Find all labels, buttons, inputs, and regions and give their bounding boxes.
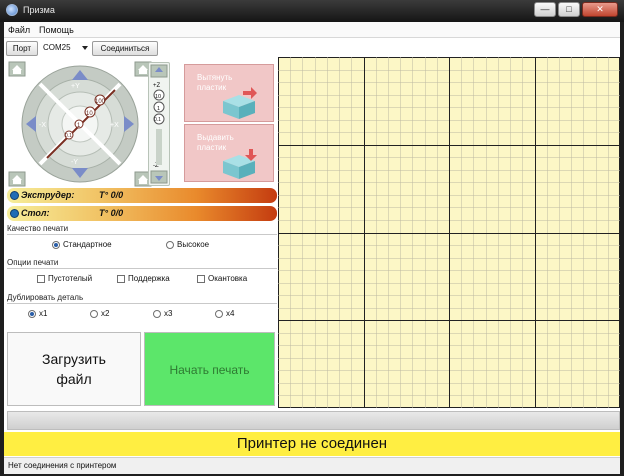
duplicate-x3-option[interactable]: x3 (153, 309, 172, 318)
load-file-button[interactable]: Загрузить файл (7, 332, 141, 406)
close-button[interactable]: ✕ (582, 2, 618, 17)
step-label-0-1: 0.1 (65, 133, 72, 139)
port-button[interactable]: Порт (6, 41, 38, 56)
menu-file[interactable]: Файл (8, 25, 30, 35)
divider (7, 234, 277, 235)
printer-status-banner: Принтер не соединен (4, 432, 620, 456)
hollow-option[interactable]: Пустотелый (37, 274, 92, 283)
status-bar: Нет соединения с принтером (4, 457, 620, 474)
print-options-title: Опции печати (7, 258, 59, 267)
support-option[interactable]: Поддержка (117, 274, 170, 283)
maximize-button[interactable]: □ (558, 2, 580, 17)
radio-icon[interactable] (166, 240, 174, 249)
pull-filament-button[interactable]: Вытянуть пластик (184, 64, 274, 122)
duplicate-x2-option[interactable]: x2 (90, 309, 109, 318)
status-bar-text: Нет соединения с принтером (8, 461, 117, 470)
connect-button[interactable]: Соединиться (92, 41, 158, 56)
title-bar[interactable]: Призма — □ ✕ (0, 0, 624, 22)
bed-temp-bar: Стол: T° 0/0 (7, 206, 277, 221)
extruder-temp-label: Экструдер: (21, 190, 75, 200)
x-plus-label: +X (110, 122, 119, 129)
push-filament-icon (223, 149, 257, 179)
duplicate-x4-option[interactable]: x4 (215, 309, 234, 318)
load-file-label-line1: Загрузить (42, 351, 106, 367)
duplicate-x1-option[interactable]: x1 (28, 309, 47, 318)
quality-standard-option[interactable]: Стандартное (52, 240, 112, 249)
radio-icon[interactable] (215, 309, 223, 318)
connection-toolbar: Порт COM25 Соединиться (4, 39, 278, 57)
radio-selected-icon[interactable] (28, 309, 36, 318)
push-filament-button[interactable]: Выдавить пластик (184, 124, 274, 182)
checkbox-icon[interactable] (37, 274, 45, 283)
divider (7, 303, 277, 304)
quality-standard-label: Стандартное (63, 240, 112, 249)
bed-temp-value: T° 0/0 (99, 208, 124, 218)
pull-filament-icon (223, 87, 257, 119)
minimize-button[interactable]: — (534, 2, 556, 17)
extruder-temp-bar: Экструдер: T° 0/0 (7, 188, 277, 203)
client-area: Файл Помощь Порт COM25 Соединиться +Y -Y… (4, 22, 620, 474)
duplicate-x1-label: x1 (39, 309, 48, 318)
checkbox-icon[interactable] (197, 274, 205, 283)
app-icon (6, 4, 18, 16)
extruder-temp-indicator-icon (10, 191, 19, 200)
port-select[interactable]: COM25 (40, 41, 90, 56)
step-label-100: 100 (95, 99, 106, 105)
duplicate-x3-label: x3 (164, 309, 173, 318)
z-step-10: 10 (155, 94, 161, 100)
print-progress-bar (7, 411, 620, 430)
x-minus-label: -X (39, 122, 46, 129)
checkbox-icon[interactable] (117, 274, 125, 283)
step-label-10: 10 (86, 111, 93, 117)
bed-temp-label: Стол: (21, 208, 50, 218)
duplicate-x4-label: x4 (226, 309, 235, 318)
start-print-button[interactable]: Начать печать (144, 332, 275, 406)
build-plate-grid[interactable] (278, 57, 620, 408)
quality-high-option[interactable]: Высокое (166, 240, 209, 249)
hollow-label: Пустотелый (48, 274, 93, 283)
radio-icon[interactable] (153, 309, 161, 318)
quality-section-title: Качество печати (7, 224, 69, 233)
extruder-temp-value: T° 0/0 (99, 190, 124, 200)
jog-control[interactable]: +Y -Y -X +X 100 10 1 0.1 (7, 60, 153, 188)
menu-help[interactable]: Помощь (39, 25, 74, 35)
duplicate-x2-label: x2 (101, 309, 110, 318)
brim-option[interactable]: Окантовка (197, 274, 247, 283)
z-jog-graphic: +Z -Z 10 1 0.1 (150, 64, 168, 184)
z-step-1: 1 (157, 106, 160, 112)
load-file-label-line2: файл (56, 371, 92, 387)
z-step-0-1: 0.1 (154, 117, 161, 123)
z-jog-strip[interactable]: +Z -Z 10 1 0.1 (148, 62, 170, 186)
chevron-down-icon (82, 46, 88, 50)
duplicate-section-title: Дублировать деталь (7, 293, 84, 302)
window-title: Призма (23, 5, 55, 15)
app-window: Призма — □ ✕ Файл Помощь Порт COM25 Соед… (0, 0, 624, 476)
menu-bar: Файл Помощь (4, 22, 620, 38)
radio-icon[interactable] (90, 309, 98, 318)
port-select-value: COM25 (43, 43, 71, 52)
y-plus-label: +Y (71, 83, 80, 90)
brim-label: Окантовка (208, 274, 248, 283)
divider (7, 268, 277, 269)
y-minus-label: -Y (71, 159, 78, 166)
bed-temp-indicator-icon (10, 209, 19, 218)
z-plus-label: +Z (153, 83, 161, 89)
quality-high-label: Высокое (177, 240, 210, 249)
radio-selected-icon[interactable] (52, 240, 60, 249)
support-label: Поддержка (128, 274, 170, 283)
